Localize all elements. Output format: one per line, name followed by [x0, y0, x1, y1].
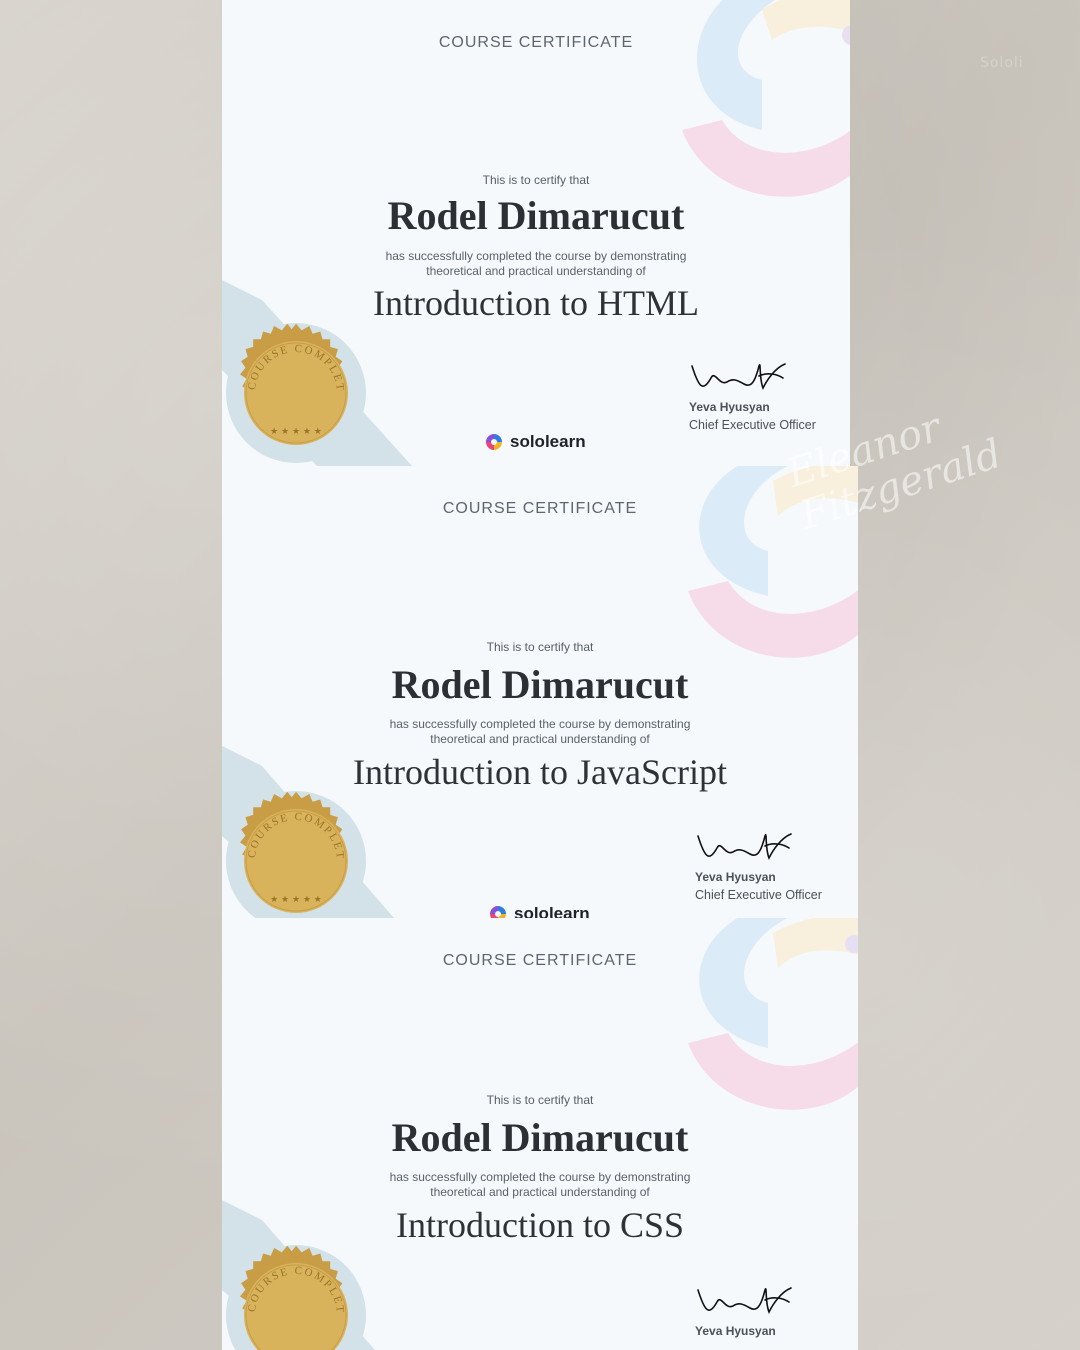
- sololearn-logo: sololearn: [488, 904, 590, 918]
- signer-name: Yeva Hyusyan: [695, 1324, 776, 1338]
- brand-name: sololearn: [510, 432, 586, 451]
- ceo-signature: [691, 363, 786, 390]
- svg-text:★ ★ ★ ★ ★: ★ ★ ★ ★ ★: [270, 895, 322, 905]
- certificate-heading: COURSE CERTIFICATE: [438, 34, 634, 51]
- signer-name: Yeva Hyusyan: [695, 870, 776, 884]
- certificate-javascript: COURSE CERTIFICATE This is to certify th…: [222, 466, 858, 918]
- ceo-signature: [697, 833, 792, 860]
- description-line: theoretical and practical understanding …: [426, 264, 646, 278]
- description-line: has successfully completed the course by…: [389, 1170, 691, 1184]
- signer-block: Yeva Hyusyan Chief Executive Officer: [689, 358, 816, 432]
- completion-description: has successfully completed the course by…: [222, 717, 858, 747]
- signer-title: Chief Executive Officer: [689, 418, 816, 432]
- description-line: theoretical and practical understanding …: [430, 732, 650, 746]
- recipient-name: Rodel Dimarucut: [391, 662, 689, 707]
- course-title: Introduction to CSS: [395, 1205, 685, 1245]
- completion-description: has successfully completed the course by…: [222, 249, 850, 279]
- sololearn-logo: sololearn: [484, 432, 586, 452]
- sololearn-icon: [490, 906, 506, 918]
- certificate-css: COURSE CERTIFICATE This is to certify th…: [222, 918, 858, 1350]
- signer-name: Yeva Hyusyan: [689, 400, 770, 414]
- course-title: Introduction to JavaScript: [353, 752, 727, 792]
- sololearn-icon: [486, 434, 502, 450]
- description-line: has successfully completed the course by…: [385, 249, 687, 263]
- recipient-name: Rodel Dimarucut: [391, 1115, 689, 1160]
- course-completed-seal: COURSE COMPLETED ★ ★ ★ ★ ★: [225, 322, 366, 463]
- description-line: has successfully completed the course by…: [389, 717, 691, 731]
- signer-title: Chief Executive Officer: [695, 888, 822, 902]
- signer-block: Yeva Hyusyan: [695, 1282, 795, 1338]
- certify-text: This is to certify that: [486, 640, 594, 654]
- course-completed-seal: COURSE COMPLETED ★ ★ ★ ★ ★: [225, 790, 366, 918]
- signer-block: Yeva Hyusyan Chief Executive Officer: [695, 828, 822, 902]
- course-completed-seal: COURSE COMPLETED: [225, 1244, 366, 1350]
- certify-text: This is to certify that: [486, 1093, 594, 1107]
- completion-description: has successfully completed the course by…: [222, 1170, 858, 1200]
- faint-corner-label: Sololi: [980, 55, 1024, 71]
- certify-text: This is to certify that: [482, 173, 590, 187]
- brand-name: sololearn: [514, 904, 590, 918]
- course-title: Introduction to HTML: [373, 283, 699, 323]
- svg-text:★ ★ ★ ★ ★: ★ ★ ★ ★ ★: [270, 427, 322, 437]
- recipient-name: Rodel Dimarucut: [387, 193, 685, 238]
- certificate-heading: COURSE CERTIFICATE: [442, 952, 638, 969]
- description-line: theoretical and practical understanding …: [430, 1185, 650, 1199]
- certificate-html: COURSE CERTIFICATE This is to certify th…: [222, 0, 850, 466]
- certificate-heading: COURSE CERTIFICATE: [442, 500, 638, 517]
- ceo-signature: [697, 1287, 792, 1314]
